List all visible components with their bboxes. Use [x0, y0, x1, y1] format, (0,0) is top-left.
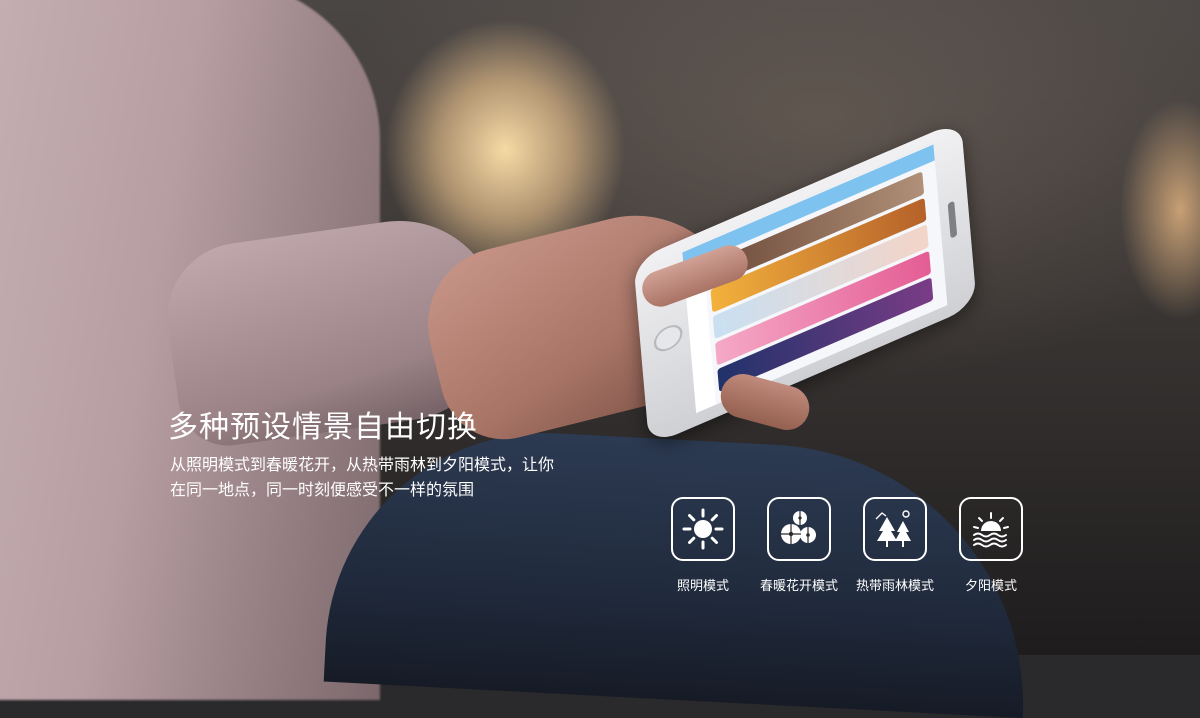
mode-rainforest[interactable]: 热带雨林模式 [847, 497, 943, 594]
trees-icon [863, 497, 927, 561]
mode-label: 夕阳模式 [964, 579, 1017, 594]
sunset-icon [959, 497, 1023, 561]
scene-modes: 照明模式 春暖花开模式 热带雨林模式 夕阳模式 [655, 497, 1055, 607]
mode-label: 热带雨林模式 [855, 579, 934, 594]
banner-description: 从照明模式到春暖花开，从热带雨林到夕阳模式，让你 在同一地点，同一时刻便感受不一… [170, 452, 600, 502]
mode-label: 照明模式 [676, 579, 729, 594]
banner-headline: 多种预设情景自由切换 [168, 410, 478, 445]
mode-spring[interactable]: 春暖花开模式 [751, 497, 847, 594]
mode-lighting[interactable]: 照明模式 [655, 497, 751, 594]
mode-sunset[interactable]: 夕阳模式 [943, 497, 1039, 594]
flowers-icon [767, 497, 831, 561]
description-line: 在同一地点，同一时刻便感受不一样的氛围 [170, 480, 475, 499]
description-line: 从照明模式到春暖花开，从热带雨林到夕阳模式，让你 [170, 455, 555, 474]
sun-icon [671, 497, 735, 561]
mode-label: 春暖花开模式 [759, 579, 838, 594]
